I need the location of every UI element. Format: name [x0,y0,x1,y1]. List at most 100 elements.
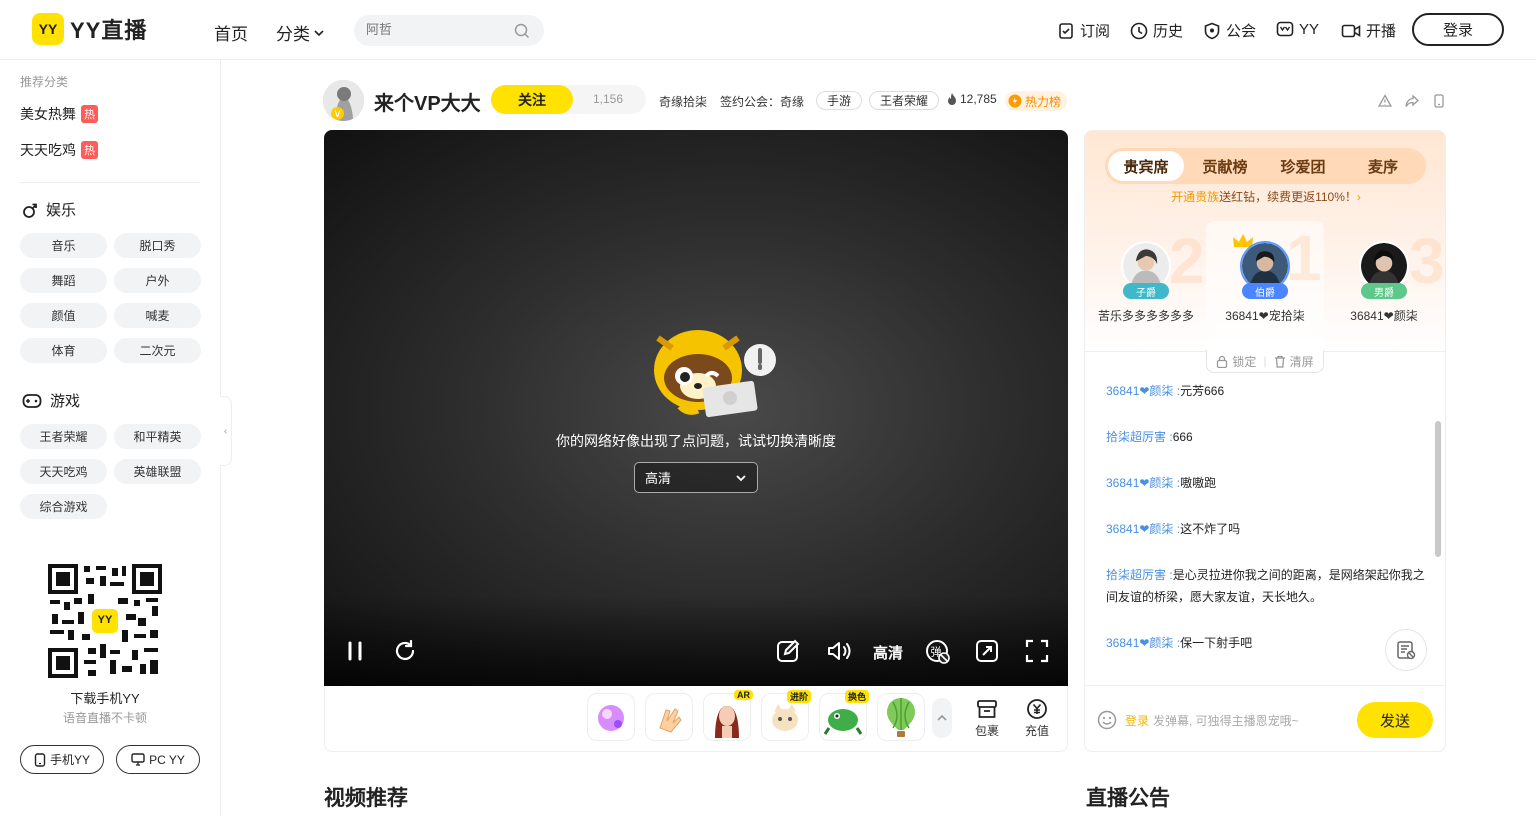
quality-select-value: 高清 [645,471,672,486]
report-icon[interactable] [1378,94,1392,108]
clear-screen-button[interactable]: 清屏 [1290,353,1314,370]
tab-contribution[interactable]: 贡献榜 [1187,151,1263,181]
nav-category-label: 分类 [276,25,310,44]
panel-tabs: 贵宾席 贡献榜 珍爱团 麦序 [1105,148,1426,184]
nav-broadcast[interactable]: 开播 [1341,20,1396,41]
category-chip[interactable]: 和平精英 [114,424,201,449]
section-games-label: 游戏 [50,393,81,410]
noble-promo[interactable]: 开通贵族送红钻，续费更返110%！› [1085,188,1445,205]
input-login-link[interactable]: 登录 [1125,712,1149,729]
search-input[interactable] [366,22,506,37]
tab-vip-seats[interactable]: 贵宾席 [1108,151,1184,181]
recommend-item[interactable]: 美女热舞 热 [20,104,98,124]
chat-scrollbar[interactable] [1435,421,1441,557]
chat-user[interactable]: 36841❤颜柒 [1106,384,1173,398]
gift-badge: 进阶 [786,690,811,703]
nav-category[interactable]: 分类 [276,20,324,45]
chat-user[interactable]: 36841❤颜柒 [1106,522,1173,536]
chat-settings-button[interactable] [1385,629,1427,671]
login-button[interactable]: 登录 [1412,13,1504,46]
yy-logo[interactable]: YY YY直播 [32,13,147,45]
lock-button[interactable]: 锁定 [1232,353,1256,370]
category-chip[interactable]: 喊麦 [114,303,201,328]
edit-danmaku-icon[interactable] [776,639,800,663]
vip-area: 贵宾席 贡献榜 珍爱团 麦序 开通贵族送红钻，续费更返110%！› 2 子爵 苦… [1085,131,1445,354]
category-chip[interactable]: 综合游戏 [20,494,107,519]
anchor-name[interactable]: 奇缘拾柒 [659,93,707,110]
tab-fan-club[interactable]: 珍爱团 [1265,151,1341,181]
chat-message: 拾柒超厉害 :是心灵拉进你我之间的距离，是网络架起你我之间友谊的桥梁，愿大家友谊… [1106,568,1425,604]
chat-input[interactable]: 发弹幕, 可独得主播恩宠哦~ [1153,712,1299,729]
gift-item[interactable]: AR [703,690,753,741]
mobile-watch-icon[interactable] [1432,94,1446,108]
category-chip[interactable]: 二次元 [114,338,201,363]
podium-second[interactable]: 2 子爵 苦乐多多多多多多 [1087,224,1205,354]
picture-in-picture-icon[interactable] [975,639,999,663]
hot-rank-badge[interactable]: 热力榜 [1005,91,1068,111]
podium-first[interactable]: 1 伯爵 36841❤宠拾柒 [1206,221,1324,351]
gift-item[interactable] [587,693,635,741]
gift-item[interactable] [645,693,693,741]
sidebar-collapse-handle[interactable]: ‹ [220,396,232,466]
fullscreen-icon[interactable] [1025,639,1049,663]
category-chip[interactable]: 舞蹈 [20,268,107,293]
search-icon[interactable] [514,23,530,39]
package-icon [977,700,997,718]
gift-item[interactable]: 换色 [819,690,869,741]
send-button[interactable]: 发送 [1357,702,1433,738]
mobile-yy-button[interactable]: 手机YY [20,745,104,774]
guild-info[interactable]: 签约公会：奇缘 [720,93,804,110]
chat-user[interactable]: 36841❤颜柒 [1106,636,1173,650]
chevron-down-icon [314,29,324,36]
chat-text: 保一下射手吧 [1180,636,1253,650]
gift-item[interactable]: 进阶 [761,690,811,741]
tag-mobile-game[interactable]: 手游 [816,91,863,110]
category-chip[interactable]: 英雄联盟 [114,459,201,484]
gift-balloon-icon [887,698,915,737]
section-entertainment: 娱乐 [22,199,76,220]
emoji-icon[interactable] [1097,710,1117,730]
recharge-label: 充值 [1024,724,1049,738]
podium-third[interactable]: 3 男爵 36841❤颜柒 [1325,224,1444,354]
right-panel: 贵宾席 贡献榜 珍爱团 麦序 开通贵族送红钻，续费更返110%！› 2 子爵 苦… [1084,130,1446,752]
tag-game[interactable]: 王者荣耀 [869,91,940,110]
nav-history[interactable]: 历史 [1130,20,1183,41]
quality-select[interactable]: 高清 [634,462,758,493]
recommend-item[interactable]: 天天吃鸡 热 [20,140,98,160]
video-player[interactable]: 你的网络好像出现了点问题，试试切换清晰度 高清 高清 弹 [324,130,1068,686]
follow-button[interactable]: 关注 [491,85,573,114]
danmaku-toggle-icon[interactable]: 弹 [925,639,951,665]
category-chip[interactable]: 脱口秀 [114,233,201,258]
tab-mic-queue[interactable]: 麦序 [1345,151,1421,181]
nav-yy[interactable]: YY [1276,20,1319,38]
category-chip[interactable]: 天天吃鸡 [20,459,107,484]
package-label: 包裹 [974,724,999,738]
volume-icon[interactable] [826,639,852,663]
package-button[interactable]: 包裹 [967,698,1007,739]
pc-yy-label: PC YY [149,752,185,767]
category-chip[interactable]: 颜值 [20,303,107,328]
nav-home[interactable]: 首页 [214,20,248,45]
nav-subscribe[interactable]: 订阅 [1057,20,1110,41]
bookmark-icon [1059,22,1073,39]
nav-yy-label: YY [1299,20,1320,38]
category-chip[interactable]: 音乐 [20,233,107,258]
pause-icon[interactable] [344,639,366,663]
nav-guild[interactable]: 公会 [1203,20,1256,41]
pc-yy-button[interactable]: PC YY [116,745,200,774]
more-gifts-button[interactable] [932,698,952,738]
gift-item[interactable] [877,693,925,741]
recharge-button[interactable]: 充值 [1017,698,1057,739]
download-subtitle: 语音直播不卡顿 [62,711,147,725]
recommend-label: 美女热舞 [20,106,76,122]
chat-user[interactable]: 拾柒超厉害 [1106,430,1166,444]
refresh-icon[interactable] [393,639,417,663]
chat-user[interactable]: 36841❤颜柒 [1106,476,1173,490]
share-icon[interactable] [1405,94,1419,108]
chat-user[interactable]: 拾柒超厉害 [1106,568,1166,582]
anchor-avatar[interactable]: V [323,80,364,121]
quality-toggle[interactable]: 高清 [873,642,903,663]
category-chip[interactable]: 户外 [114,268,201,293]
category-chip[interactable]: 体育 [20,338,107,363]
category-chip[interactable]: 王者荣耀 [20,424,107,449]
